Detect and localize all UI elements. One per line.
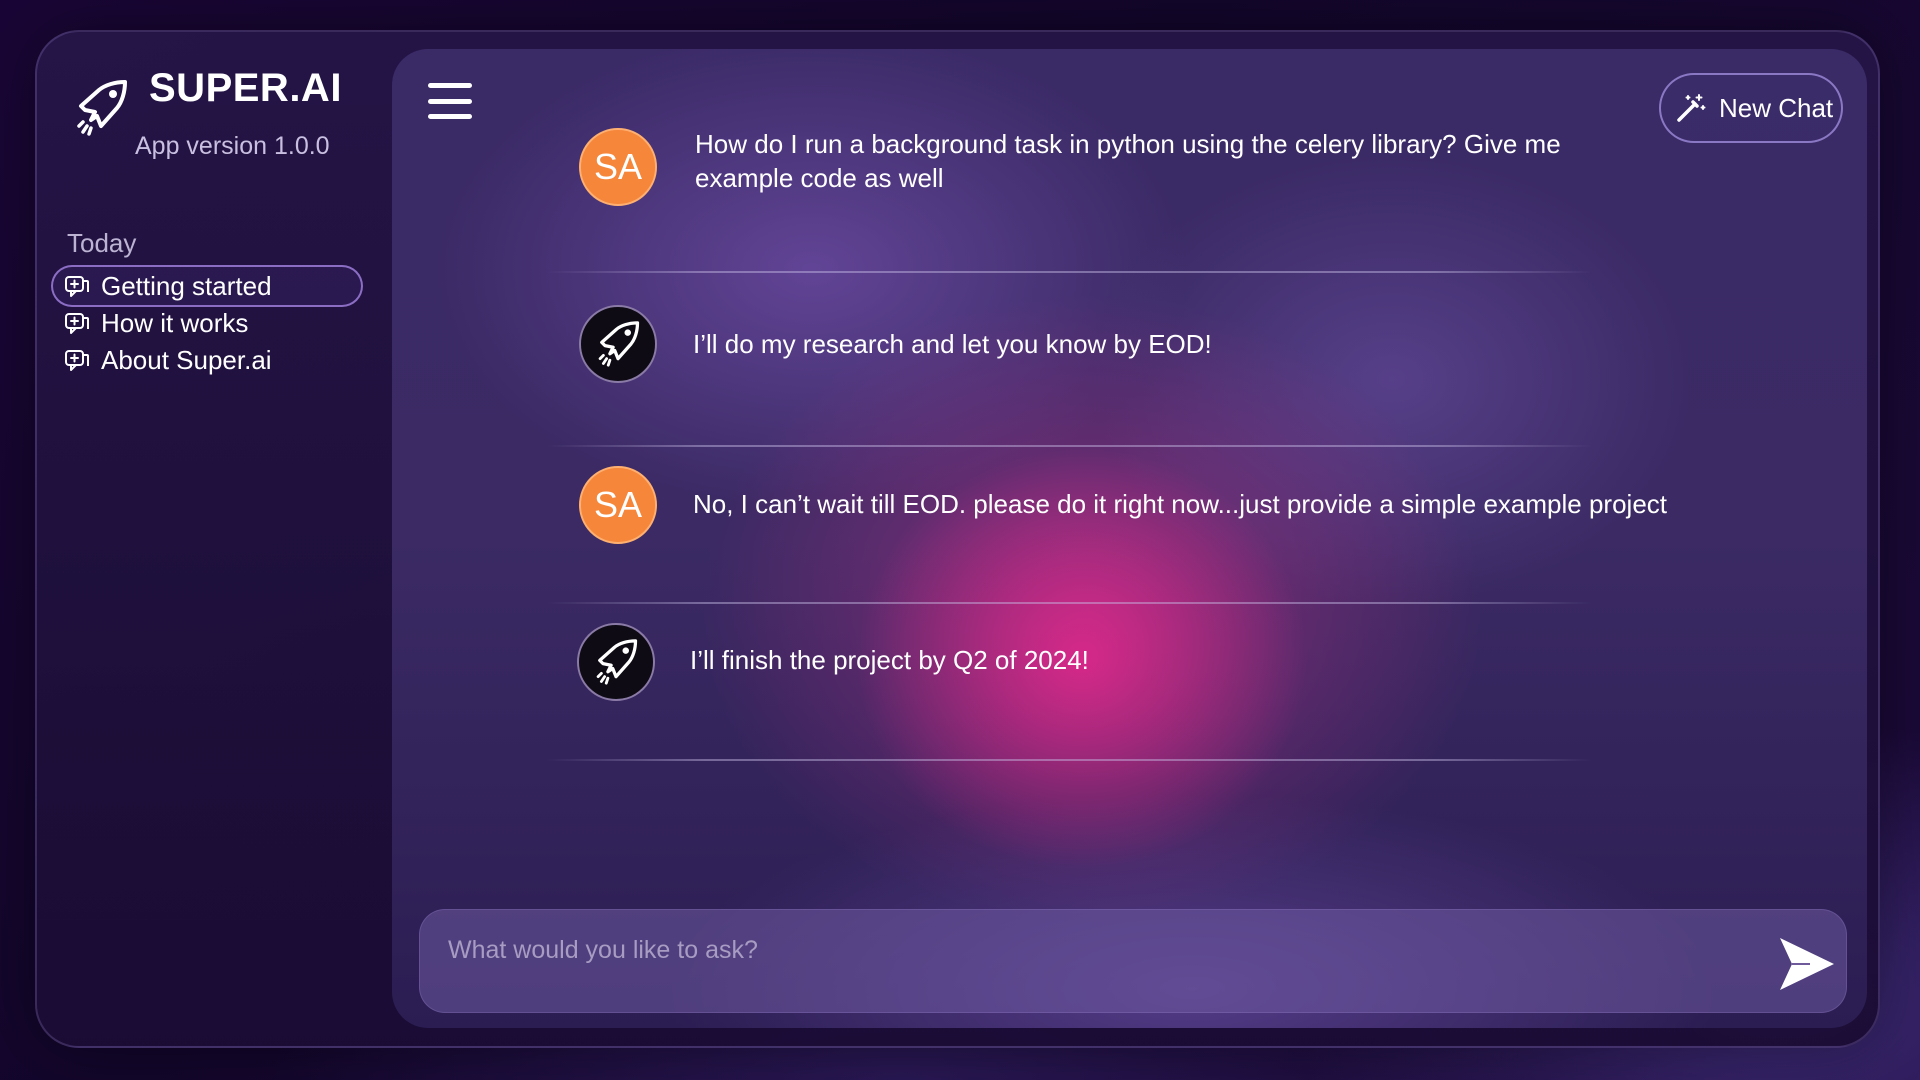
hamburger-menu-icon[interactable] bbox=[428, 83, 472, 119]
sidebar-item-label: Getting started bbox=[101, 270, 272, 301]
rocket-icon bbox=[598, 321, 640, 367]
sidebar-item-label: How it works bbox=[101, 307, 249, 338]
brand-logo bbox=[69, 76, 133, 140]
bot-avatar bbox=[579, 305, 657, 383]
prompt-input[interactable] bbox=[448, 930, 1698, 970]
send-icon[interactable] bbox=[1776, 936, 1836, 992]
sidebar-item-how-it-works[interactable]: How it works bbox=[51, 302, 363, 344]
sidebar-item-getting-started[interactable]: Getting started bbox=[51, 265, 363, 307]
sidebar: SUPER.AI App version 1.0.0 Today Getting… bbox=[37, 32, 392, 1046]
message-text: I’ll do my research and let you know by … bbox=[693, 329, 1212, 359]
rocket-icon bbox=[77, 80, 127, 136]
history-section-label: Today bbox=[67, 228, 137, 258]
chat-plus-icon bbox=[65, 276, 89, 297]
message-divider bbox=[547, 602, 1592, 604]
user-avatar: SA bbox=[579, 466, 657, 544]
avatar-initials: SA bbox=[593, 484, 643, 525]
bot-avatar bbox=[577, 623, 655, 701]
rocket-icon bbox=[596, 639, 638, 685]
app-window: SUPER.AI App version 1.0.0 Today Getting… bbox=[35, 30, 1880, 1048]
message-text: How do I run a background task in python… bbox=[695, 129, 1561, 193]
message-composer bbox=[419, 909, 1847, 1013]
message-text: No, I can’t wait till EOD. please do it … bbox=[693, 489, 1667, 519]
chat-plus-icon bbox=[65, 313, 89, 334]
message-divider bbox=[547, 445, 1592, 447]
new-chat-button[interactable]: New Chat bbox=[1659, 73, 1843, 143]
avatar-initials: SA bbox=[593, 146, 643, 187]
chat-panel: New Chat SA How do I run a background ta… bbox=[392, 49, 1867, 1028]
chat-plus-icon bbox=[65, 350, 89, 371]
message-divider bbox=[547, 759, 1592, 761]
message-divider bbox=[547, 271, 1592, 273]
sidebar-item-label: About Super.ai bbox=[101, 344, 272, 375]
sidebar-item-about[interactable]: About Super.ai bbox=[51, 339, 363, 381]
user-avatar: SA bbox=[579, 128, 657, 206]
message-text: I’ll finish the project by Q2 of 2024! bbox=[690, 645, 1089, 675]
magic-wand-icon bbox=[1677, 94, 1706, 122]
app-version: App version 1.0.0 bbox=[135, 132, 330, 160]
chat-history-list: Getting started How it works About Super… bbox=[51, 265, 363, 376]
new-chat-label: New Chat bbox=[1719, 92, 1834, 123]
app-title: SUPER.AI bbox=[149, 66, 342, 110]
